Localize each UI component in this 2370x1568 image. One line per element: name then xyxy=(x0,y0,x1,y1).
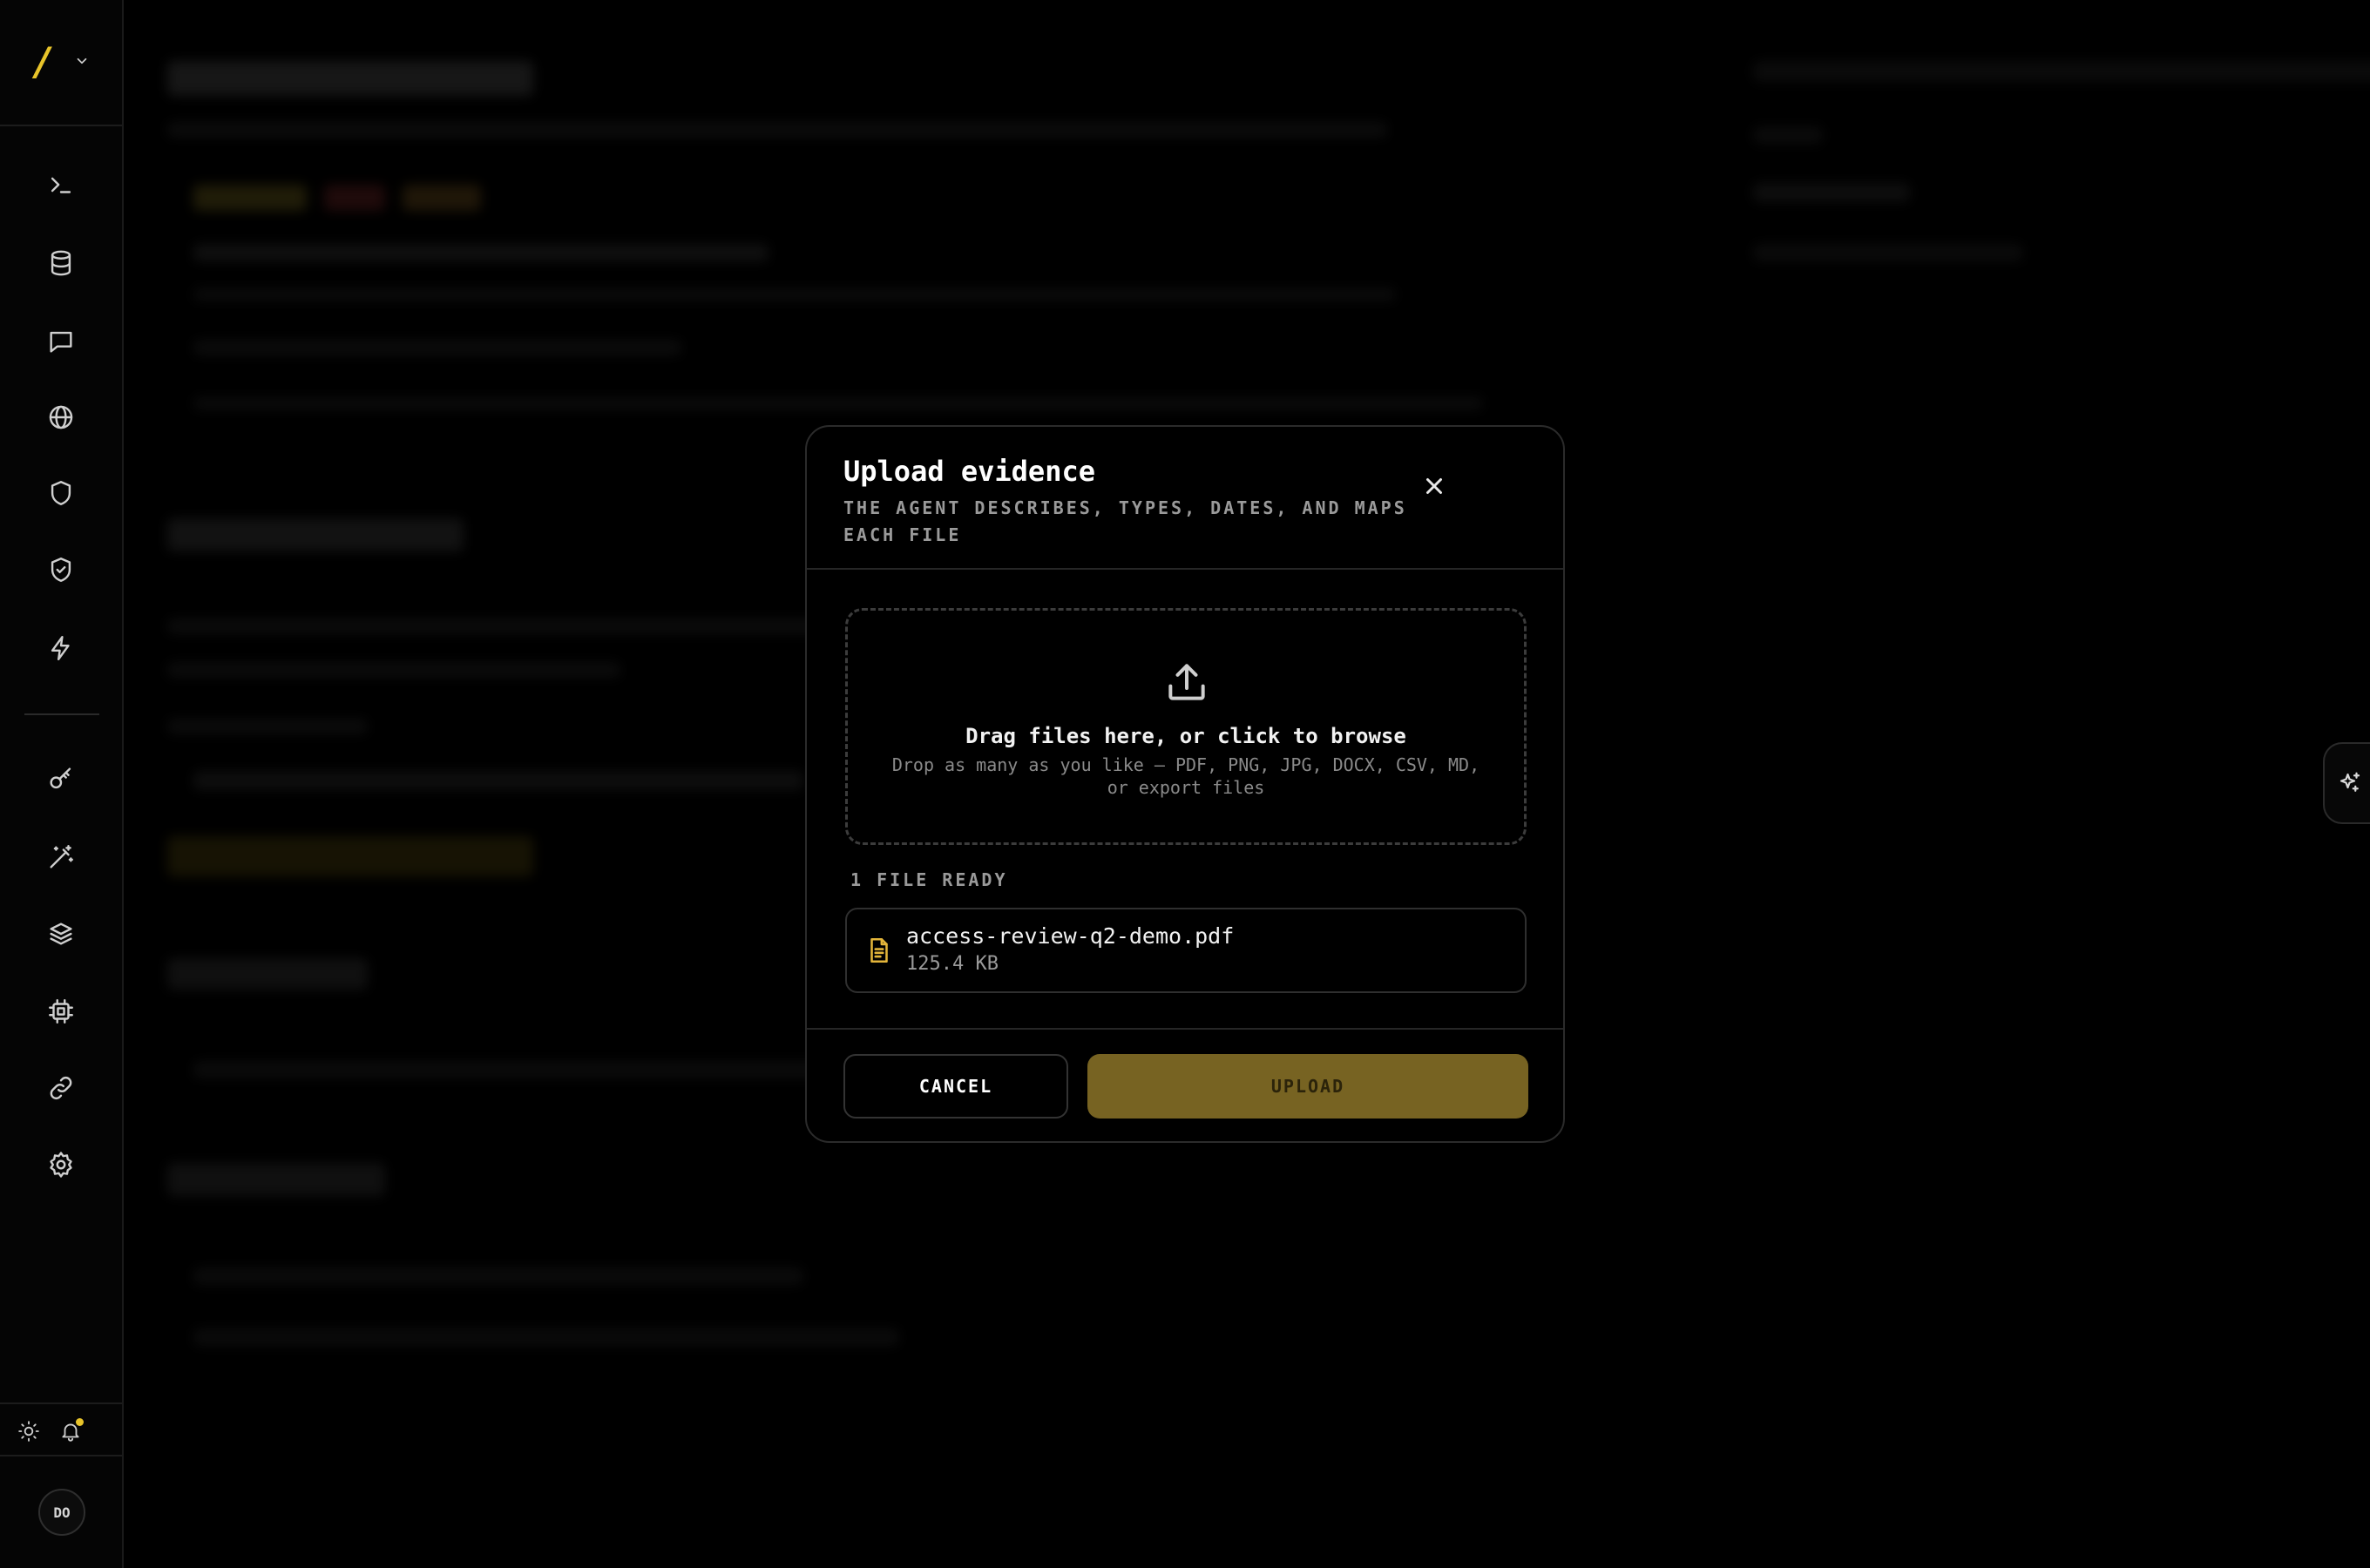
avatar[interactable]: DO xyxy=(38,1489,85,1536)
bg-line xyxy=(193,1328,899,1346)
chip-icon[interactable] xyxy=(40,990,82,1032)
magic-wand-icon[interactable] xyxy=(40,836,82,878)
bg-line xyxy=(167,618,830,634)
chevron-down-icon xyxy=(74,53,90,72)
sidebar-utility-bar xyxy=(0,1402,122,1456)
bg-heading-bar xyxy=(167,61,533,96)
bg-tag-orange xyxy=(403,185,481,211)
lightning-icon[interactable] xyxy=(40,627,82,669)
assistant-toggle[interactable] xyxy=(2323,742,2370,824)
bg-line xyxy=(193,1061,908,1078)
bg-section-title xyxy=(167,1163,385,1196)
document-icon xyxy=(864,936,894,965)
layers-icon[interactable] xyxy=(40,913,82,955)
bg-right-panel-line xyxy=(1753,244,2023,261)
key-icon[interactable] xyxy=(40,758,82,800)
upload-button[interactable]: UPLOAD xyxy=(1087,1054,1528,1119)
bg-tag-red xyxy=(324,185,385,211)
sidebar-divider xyxy=(24,713,99,715)
settings-icon[interactable] xyxy=(40,1144,82,1186)
workspace-switcher[interactable]: / xyxy=(0,0,122,126)
modal-title: Upload evidence xyxy=(843,455,1095,488)
bg-line xyxy=(193,244,769,261)
logo: / xyxy=(31,39,56,84)
files-ready-count: 1 FILE READY xyxy=(850,869,1008,890)
shield-icon[interactable] xyxy=(40,472,82,514)
globe-icon[interactable] xyxy=(40,396,82,438)
dropzone-title: Drag files here, or click to browse xyxy=(965,724,1406,748)
terminal-icon[interactable] xyxy=(40,164,82,206)
bell-icon[interactable] xyxy=(58,1418,84,1444)
modal-footer: CANCEL UPLOAD xyxy=(807,1028,1563,1141)
bg-line xyxy=(193,771,803,790)
modal-header: Upload evidence THE AGENT DESCRIBES, TYP… xyxy=(807,427,1563,570)
bg-section-title xyxy=(167,958,368,990)
chat-icon[interactable] xyxy=(40,321,82,362)
sun-icon[interactable] xyxy=(16,1418,42,1444)
bg-subheading-bar xyxy=(167,122,1387,138)
sparkle-icon xyxy=(2340,772,2360,792)
file-size: 125.4 KB xyxy=(906,953,999,975)
file-dropzone[interactable]: Drag files here, or click to browse Drop… xyxy=(845,608,1527,845)
bg-line xyxy=(167,662,620,678)
dropzone-hint: Drop as many as you like — PDF, PNG, JPG… xyxy=(891,754,1480,798)
bg-line xyxy=(193,396,1483,410)
bg-section-title xyxy=(167,518,464,551)
database-icon[interactable] xyxy=(40,242,82,284)
modal-subtitle: THE AGENT DESCRIBES, TYPES, DATES, AND M… xyxy=(843,497,1407,545)
bg-tag-yellow xyxy=(193,185,307,211)
bg-right-panel-line xyxy=(1753,126,1823,144)
link-icon[interactable] xyxy=(40,1067,82,1109)
notification-dot xyxy=(76,1418,84,1426)
close-icon xyxy=(1426,478,1442,494)
bg-right-panel-line xyxy=(1753,183,1910,202)
upload-evidence-modal: Upload evidence THE AGENT DESCRIBES, TYP… xyxy=(805,425,1565,1143)
bg-line xyxy=(167,719,368,734)
bg-highlight-row xyxy=(167,836,533,876)
cancel-button[interactable]: CANCEL xyxy=(843,1054,1068,1119)
upload-icon xyxy=(1162,658,1211,706)
bg-line xyxy=(193,287,1396,301)
bg-right-panel-line xyxy=(1753,61,2370,82)
file-name: access-review-q2-demo.pdf xyxy=(906,923,1235,949)
file-list-item: access-review-q2-demo.pdf 125.4 KB xyxy=(845,908,1527,993)
close-button[interactable] xyxy=(1410,462,1459,510)
bg-line xyxy=(193,340,681,355)
sidebar: / DO xyxy=(0,0,124,1568)
shield-check-icon[interactable] xyxy=(40,549,82,591)
bg-line xyxy=(193,1267,803,1285)
